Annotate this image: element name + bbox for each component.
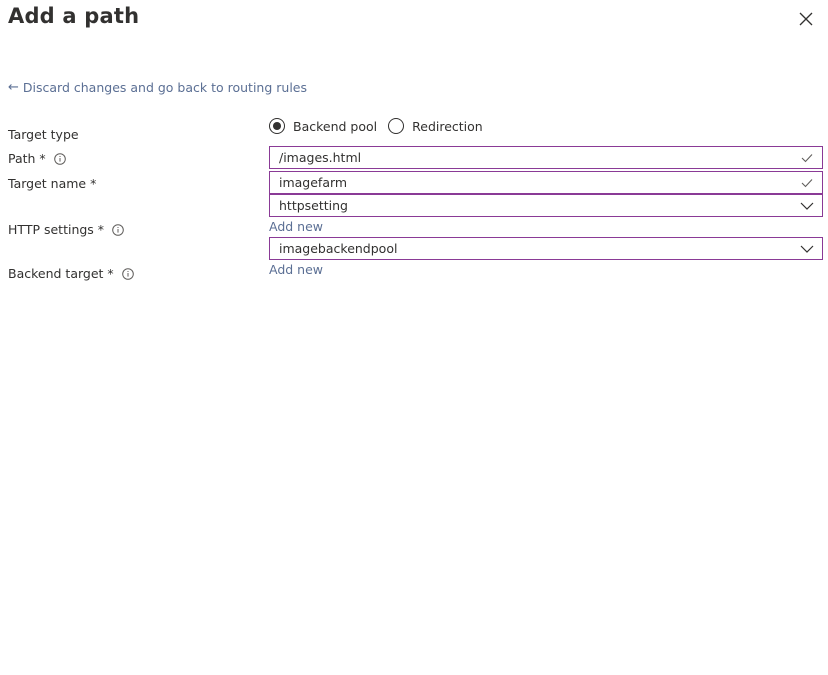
back-link-label: Discard changes and go back to routing r… xyxy=(22,80,307,95)
add-new-http-settings-link[interactable]: Add new xyxy=(269,219,323,234)
path-label: Path * xyxy=(8,151,66,166)
add-new-backend-target-link[interactable]: Add new xyxy=(269,262,323,277)
panel-title: Add a path xyxy=(8,4,140,28)
check-icon xyxy=(796,172,818,193)
radio-backend-pool[interactable]: Backend pool xyxy=(269,118,377,134)
close-button[interactable] xyxy=(797,10,815,28)
backend-target-label: Backend target * xyxy=(8,266,134,281)
info-icon[interactable] xyxy=(121,267,134,280)
target-type-label: Target type xyxy=(8,127,79,142)
chevron-down-icon xyxy=(796,238,818,259)
info-icon[interactable] xyxy=(112,223,124,236)
http-settings-dropdown[interactable]: httpsetting xyxy=(269,194,823,217)
http-settings-label: HTTP settings * xyxy=(8,222,124,237)
close-icon xyxy=(799,12,813,26)
chevron-down-icon xyxy=(796,195,818,216)
info-icon[interactable] xyxy=(53,152,66,165)
radio-redirection[interactable]: Redirection xyxy=(388,118,483,134)
radio-unselected-icon xyxy=(388,118,405,134)
target-name-input[interactable]: imagefarm xyxy=(269,171,823,194)
arrow-left-icon: ← xyxy=(8,80,19,95)
add-path-panel: Add a path ← Discard changes and go back… xyxy=(0,0,828,675)
radio-selected-icon xyxy=(269,118,285,134)
backend-target-dropdown[interactable]: imagebackendpool xyxy=(269,237,823,260)
check-icon xyxy=(796,147,818,168)
target-type-radio-group: Backend pool Redirection xyxy=(269,118,494,134)
path-input[interactable]: /images.html xyxy=(269,146,823,169)
target-name-label: Target name * xyxy=(8,176,97,191)
discard-back-link[interactable]: ← Discard changes and go back to routing… xyxy=(8,80,307,95)
